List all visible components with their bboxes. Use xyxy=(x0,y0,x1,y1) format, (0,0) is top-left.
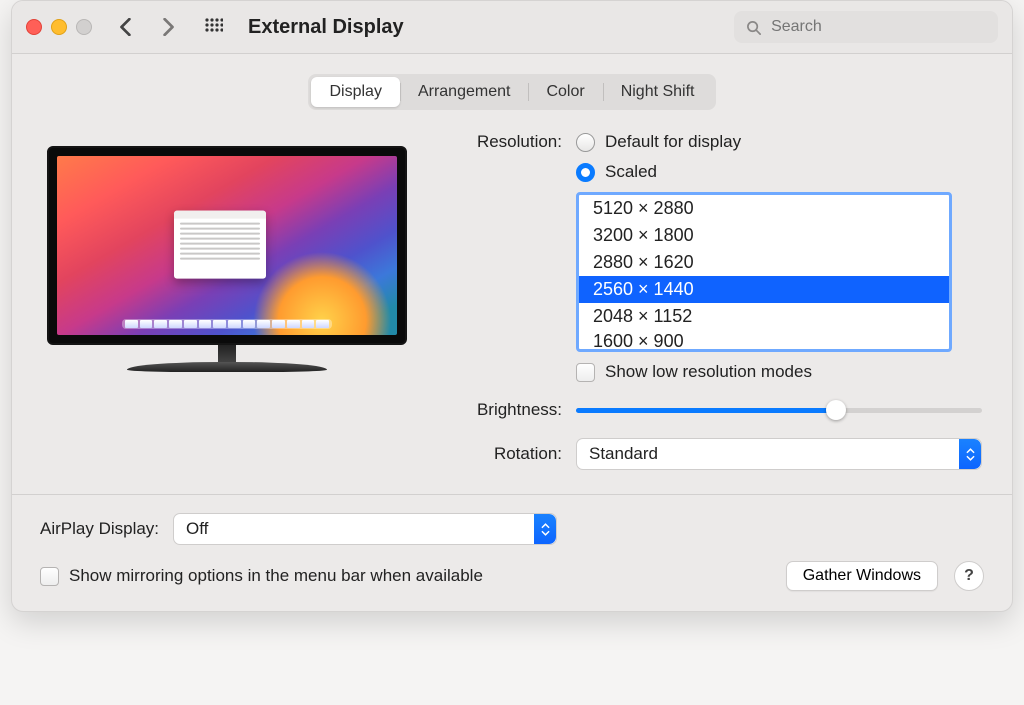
footer: AirPlay Display: Off Show mirroring opti… xyxy=(12,494,1012,611)
brightness-label: Brightness: xyxy=(442,400,562,420)
resolution-option[interactable]: 1600 × 900 xyxy=(579,330,949,349)
window-title: External Display xyxy=(248,16,404,39)
close-window-button[interactable] xyxy=(26,19,42,35)
resolution-label: Resolution: xyxy=(442,130,562,152)
rotation-label: Rotation: xyxy=(442,444,562,464)
zoom-window-button[interactable] xyxy=(76,19,92,35)
preview-app-window xyxy=(174,211,266,279)
slider-thumb[interactable] xyxy=(826,400,846,420)
airplay-select[interactable]: Off xyxy=(173,513,557,545)
forward-button[interactable] xyxy=(154,13,182,41)
resolution-row: Resolution: Default for display Scaled 5… xyxy=(442,130,982,382)
radio-label: Scaled xyxy=(605,162,657,182)
back-button[interactable] xyxy=(112,13,140,41)
checkbox-label: Show mirroring options in the menu bar w… xyxy=(69,566,483,586)
resolution-option-selected[interactable]: 2560 × 1440 xyxy=(579,276,949,303)
resolution-option[interactable]: 2880 × 1620 xyxy=(579,249,949,276)
radio-icon xyxy=(576,163,595,182)
select-value: Standard xyxy=(589,444,658,464)
tab-label: Display xyxy=(329,83,381,101)
radio-icon xyxy=(576,133,595,152)
rotation-select[interactable]: Standard xyxy=(576,438,982,470)
chevrons-icon xyxy=(534,514,556,544)
monitor-preview xyxy=(42,146,412,372)
minimize-window-button[interactable] xyxy=(51,19,67,35)
gather-windows-button[interactable]: Gather Windows xyxy=(786,561,938,591)
preferences-window: External Display Display Arrangement Col… xyxy=(11,0,1013,612)
select-value: Off xyxy=(186,519,208,539)
tab-arrangement[interactable]: Arrangement xyxy=(400,77,529,107)
help-button[interactable]: ? xyxy=(954,561,984,591)
monitor-preview-column xyxy=(42,130,412,372)
resolution-option[interactable]: 2048 × 1152 xyxy=(579,303,949,330)
search-field[interactable] xyxy=(734,11,998,43)
search-input[interactable] xyxy=(769,17,986,37)
airplay-label: AirPlay Display: xyxy=(40,519,159,539)
mirroring-checkbox[interactable]: Show mirroring options in the menu bar w… xyxy=(40,566,483,586)
resolution-list[interactable]: 5120 × 2880 3200 × 1800 2880 × 1620 2560… xyxy=(576,192,952,352)
tab-label: Night Shift xyxy=(621,83,695,101)
footer-row: Show mirroring options in the menu bar w… xyxy=(40,561,984,591)
radio-label: Default for display xyxy=(605,132,741,152)
brightness-slider[interactable] xyxy=(576,400,982,420)
checkbox-icon xyxy=(576,363,595,382)
resolution-option[interactable]: 5120 × 2880 xyxy=(579,195,949,222)
tab-label: Color xyxy=(546,83,584,101)
tabs: Display Arrangement Color Night Shift xyxy=(308,74,715,110)
checkbox-label: Show low resolution modes xyxy=(605,362,812,382)
checkbox-icon xyxy=(40,567,59,586)
toolbar: External Display xyxy=(12,1,1012,54)
tabs-row: Display Arrangement Color Night Shift xyxy=(12,54,1012,126)
show-all-button[interactable] xyxy=(200,13,228,41)
tab-color[interactable]: Color xyxy=(528,77,602,107)
content-body: Resolution: Default for display Scaled 5… xyxy=(12,126,1012,494)
resolution-option[interactable]: 3200 × 1800 xyxy=(579,222,949,249)
window-controls xyxy=(26,19,92,35)
monitor-screen xyxy=(57,156,397,335)
rotation-row: Rotation: Standard xyxy=(442,438,982,470)
search-icon xyxy=(746,19,761,36)
tab-display[interactable]: Display xyxy=(311,77,399,107)
show-low-res-checkbox[interactable]: Show low resolution modes xyxy=(576,362,952,382)
resolution-scaled-radio[interactable]: Scaled xyxy=(576,162,952,182)
chevrons-icon xyxy=(959,439,981,469)
tab-night-shift[interactable]: Night Shift xyxy=(603,77,713,107)
airplay-row: AirPlay Display: Off xyxy=(40,513,984,545)
resolution-default-radio[interactable]: Default for display xyxy=(576,132,952,152)
settings-column: Resolution: Default for display Scaled 5… xyxy=(442,130,982,470)
tab-label: Arrangement xyxy=(418,83,511,101)
brightness-row: Brightness: xyxy=(442,400,982,420)
preview-dock xyxy=(122,319,332,329)
